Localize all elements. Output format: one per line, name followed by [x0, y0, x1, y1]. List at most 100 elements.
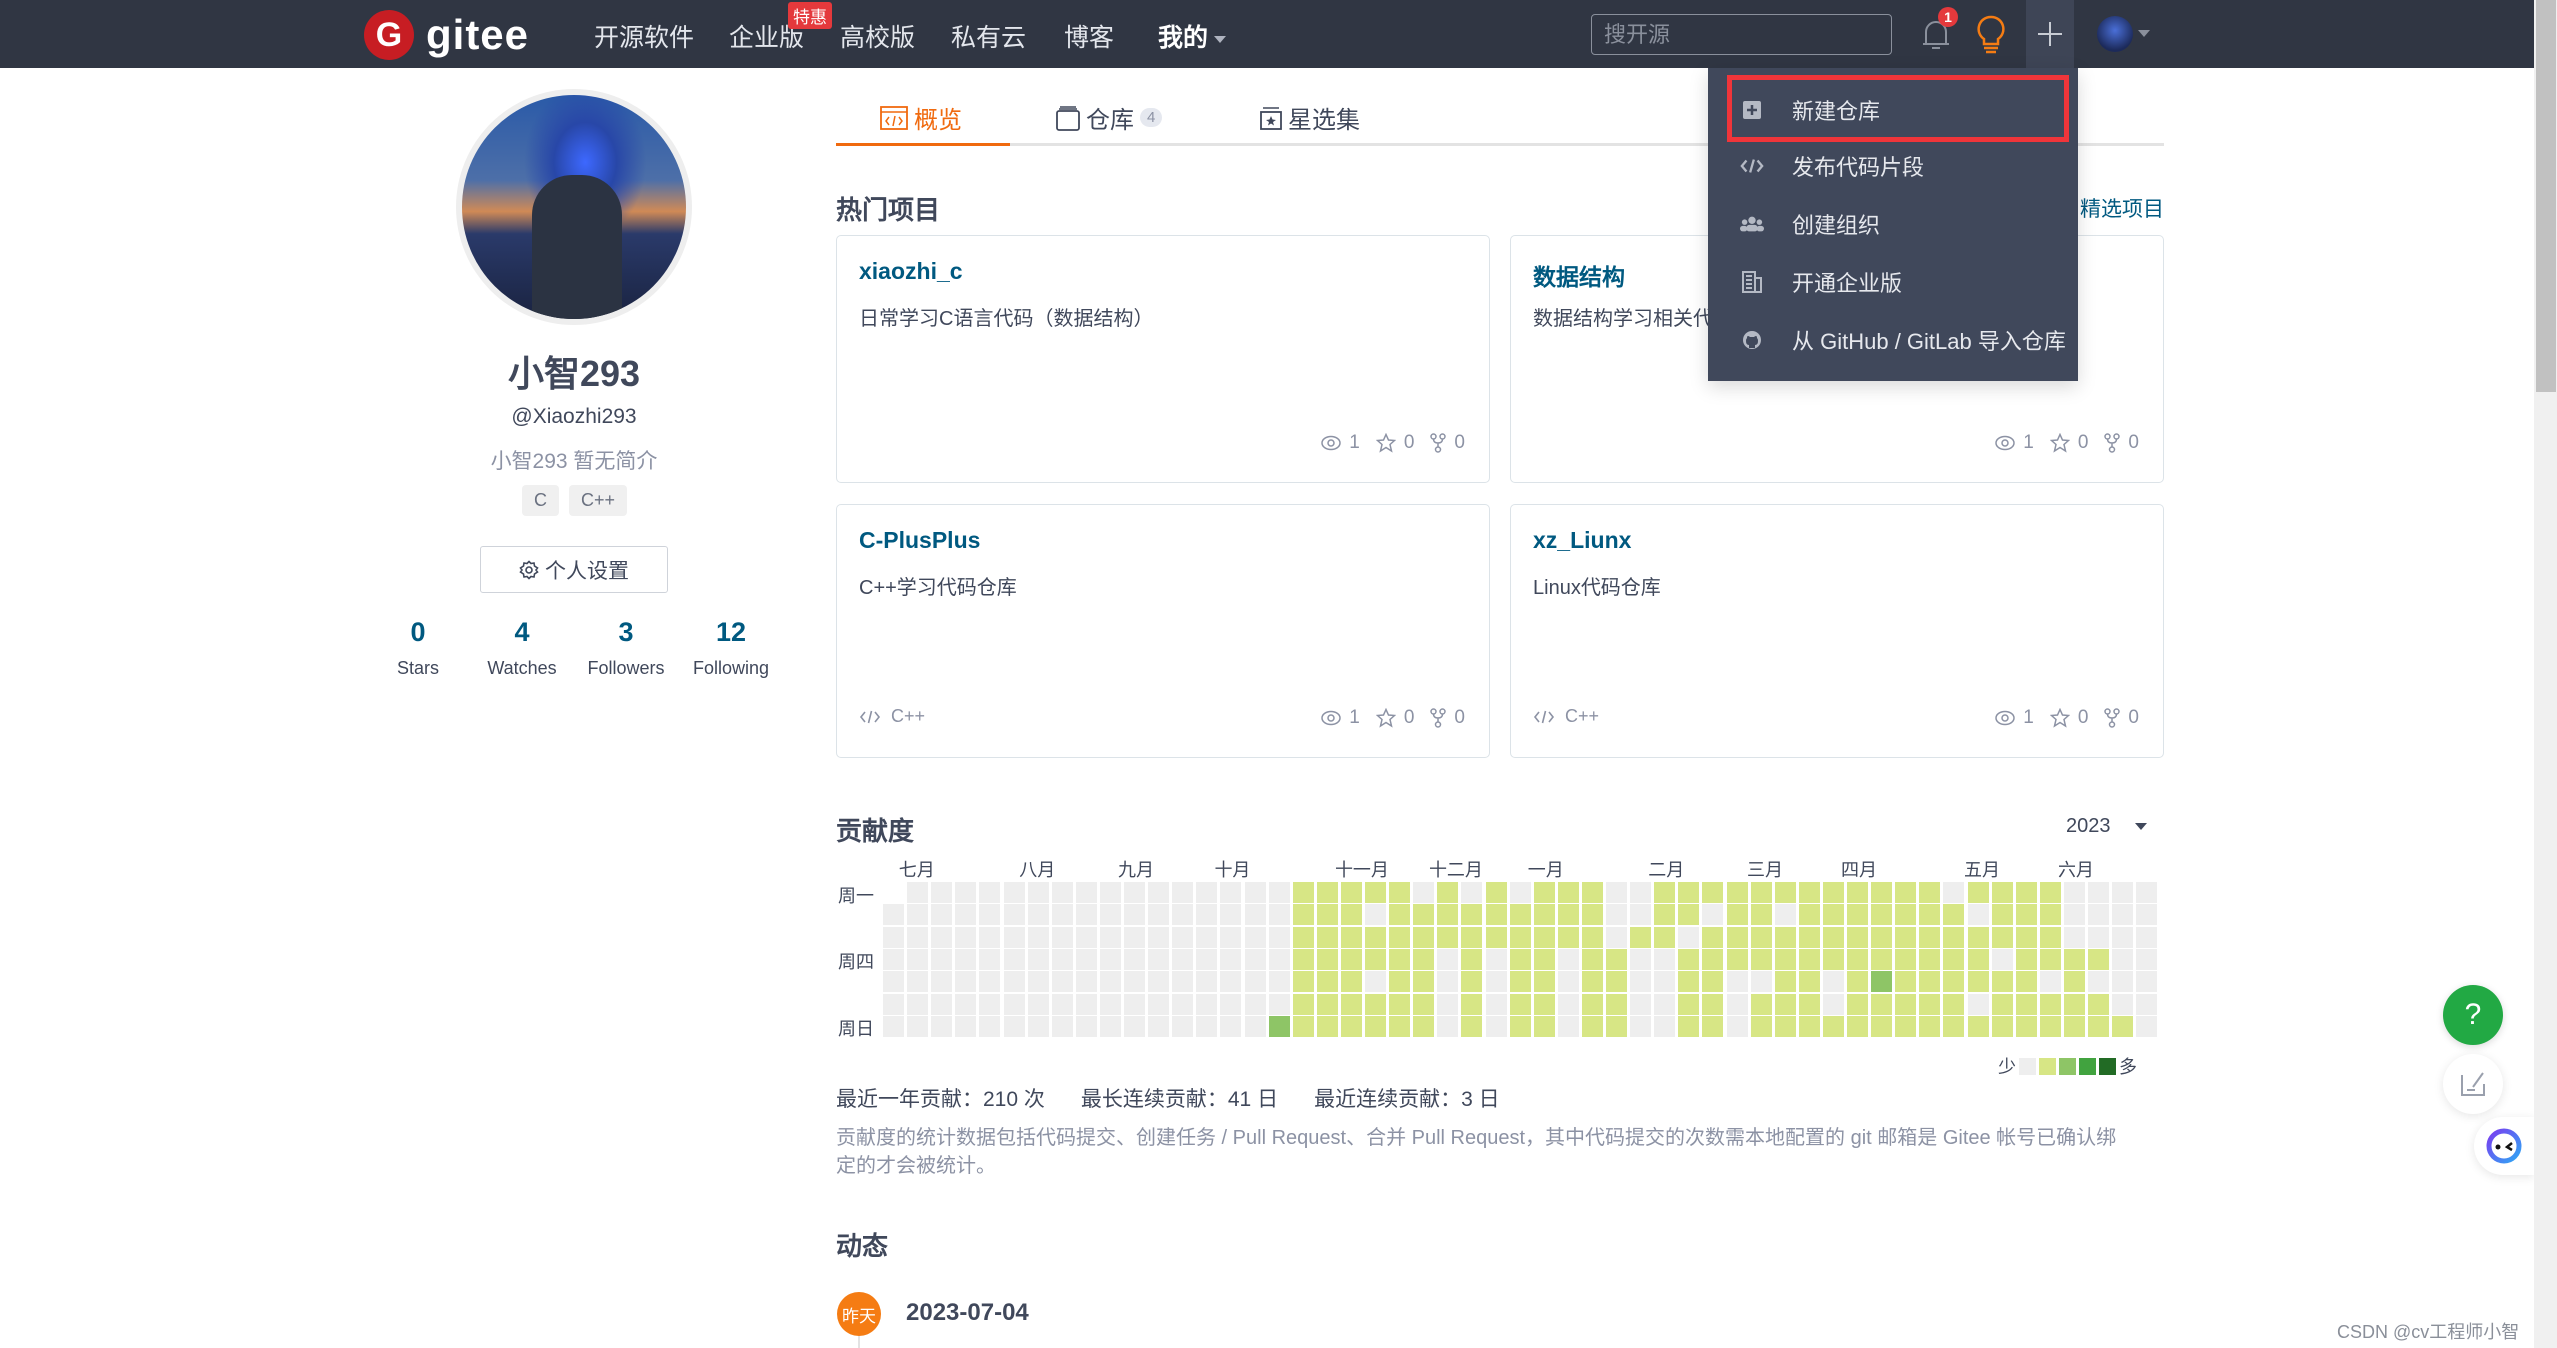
heatmap-cell[interactable]: [1075, 948, 1097, 970]
heatmap-cell[interactable]: [1967, 882, 1989, 903]
heatmap-cell[interactable]: [2088, 948, 2109, 970]
heatmap-cell[interactable]: [1726, 948, 1748, 970]
heatmap-cell[interactable]: [1051, 993, 1073, 1015]
heatmap-cell[interactable]: [1750, 1015, 1772, 1037]
heatmap-cell[interactable]: [1557, 1015, 1579, 1037]
heatmap-cell[interactable]: [1774, 948, 1796, 970]
heatmap-cell[interactable]: [1509, 948, 1531, 970]
heatmap-cell[interactable]: [1991, 993, 2013, 1015]
menu-item-publish-snippet[interactable]: 发布代码片段: [1708, 138, 2078, 194]
heatmap-cell[interactable]: [1340, 971, 1362, 993]
heatmap-cell[interactable]: [1654, 904, 1676, 926]
heatmap-cell[interactable]: [1003, 882, 1025, 903]
heatmap-cell[interactable]: [1991, 926, 2013, 948]
heatmap-cell[interactable]: [1461, 904, 1483, 926]
heatmap-cell[interactable]: [979, 904, 1001, 926]
heatmap-cell[interactable]: [2112, 882, 2134, 903]
heatmap-cell[interactable]: [1581, 926, 1603, 948]
heatmap-cell[interactable]: [1581, 948, 1603, 970]
heatmap-cell[interactable]: [1437, 993, 1459, 1015]
heatmap-cell[interactable]: [1533, 904, 1555, 926]
heatmap-cell[interactable]: [1268, 993, 1290, 1015]
heatmap-cell[interactable]: [1075, 926, 1097, 948]
heatmap-cell[interactable]: [2136, 882, 2158, 903]
heatmap-cell[interactable]: [1437, 882, 1459, 903]
heatmap-cell[interactable]: [931, 1015, 953, 1037]
heatmap-cell[interactable]: [1244, 993, 1266, 1015]
heatmap-cell[interactable]: [1316, 904, 1338, 926]
heatmap-cell[interactable]: [1871, 882, 1893, 903]
heatmap-cell[interactable]: [1509, 1015, 1531, 1037]
heatmap-cell[interactable]: [1003, 948, 1025, 970]
heatmap-cell[interactable]: [1581, 882, 1603, 903]
heatmap-cell[interactable]: [1630, 882, 1652, 903]
heatmap-cell[interactable]: [1099, 904, 1121, 926]
heatmap-cell[interactable]: [2112, 1015, 2134, 1037]
heatmap-cell[interactable]: [1967, 948, 1989, 970]
heatmap-cell[interactable]: [1630, 904, 1652, 926]
heatmap-cell[interactable]: [1967, 993, 1989, 1015]
nav-private-cloud[interactable]: 私有云: [951, 18, 1026, 54]
heatmap-cell[interactable]: [1871, 993, 1893, 1015]
nav-blog[interactable]: 博客: [1064, 18, 1114, 54]
heatmap-cell[interactable]: [1847, 882, 1868, 903]
heatmap-cell[interactable]: [1774, 904, 1796, 926]
heatmap-cell[interactable]: [2088, 904, 2109, 926]
heatmap-cell[interactable]: [2039, 904, 2061, 926]
stat-stars[interactable]: 0 Stars: [363, 617, 473, 679]
heatmap-cell[interactable]: [1340, 904, 1362, 926]
heatmap-cell[interactable]: [1124, 926, 1145, 948]
menu-item-import-repo[interactable]: 从 GitHub / GitLab 导入仓库: [1708, 312, 2078, 368]
heatmap-cell[interactable]: [1654, 948, 1676, 970]
heatmap-cell[interactable]: [1943, 948, 1965, 970]
project-name[interactable]: xiaozhi_c: [859, 258, 963, 285]
heatmap-cell[interactable]: [1822, 971, 1844, 993]
heatmap-cell[interactable]: [1268, 904, 1290, 926]
tag-c[interactable]: C: [522, 485, 559, 516]
heatmap-cell[interactable]: [1822, 993, 1844, 1015]
heatmap-cell[interactable]: [1654, 971, 1676, 993]
heatmap-cell[interactable]: [1340, 948, 1362, 970]
heatmap-cell[interactable]: [1654, 993, 1676, 1015]
heatmap-cell[interactable]: [1798, 971, 1820, 993]
heatmap-cell[interactable]: [1003, 926, 1025, 948]
heatmap-cell[interactable]: [1847, 926, 1868, 948]
heatmap-cell[interactable]: [1148, 926, 1170, 948]
heatmap-cell[interactable]: [883, 971, 904, 993]
heatmap-cell[interactable]: [1798, 948, 1820, 970]
heatmap-cell[interactable]: [1798, 882, 1820, 903]
heatmap-cell[interactable]: [1003, 993, 1025, 1015]
heatmap-cell[interactable]: [1606, 971, 1627, 993]
heatmap-cell[interactable]: [1316, 926, 1338, 948]
heatmap-cell[interactable]: [1461, 971, 1483, 993]
heatmap-cell[interactable]: [1389, 993, 1411, 1015]
heatmap-cell[interactable]: [1292, 926, 1314, 948]
heatmap-cell[interactable]: [1027, 1015, 1049, 1037]
heatmap-cell[interactable]: [1413, 926, 1435, 948]
heatmap-cell[interactable]: [1678, 904, 1700, 926]
heatmap-cell[interactable]: [1292, 948, 1314, 970]
heatmap-cell[interactable]: [907, 926, 929, 948]
heatmap-cell[interactable]: [1630, 971, 1652, 993]
heatmap-cell[interactable]: [1292, 1015, 1314, 1037]
heatmap-cell[interactable]: [1871, 1015, 1893, 1037]
heatmap-cell[interactable]: [1365, 882, 1386, 903]
heatmap-cell[interactable]: [1220, 971, 1242, 993]
heatmap-cell[interactable]: [1196, 1015, 1218, 1037]
heatmap-cell[interactable]: [1943, 993, 1965, 1015]
heatmap-cell[interactable]: [1148, 904, 1170, 926]
heatmap-cell[interactable]: [883, 926, 904, 948]
heatmap-cell[interactable]: [1099, 993, 1121, 1015]
heatmap-cell[interactable]: [1774, 1015, 1796, 1037]
heatmap-cell[interactable]: [1099, 971, 1121, 993]
heatmap-cell[interactable]: [1485, 948, 1507, 970]
heatmap-cell[interactable]: [979, 993, 1001, 1015]
heatmap-cell[interactable]: [1413, 904, 1435, 926]
heatmap-cell[interactable]: [1822, 1015, 1844, 1037]
nav-mine[interactable]: 我的: [1158, 18, 1227, 54]
heatmap-cell[interactable]: [1726, 1015, 1748, 1037]
heatmap-cell[interactable]: [1172, 948, 1194, 970]
heatmap-cell[interactable]: [2088, 1015, 2109, 1037]
heatmap-cell[interactable]: [1991, 904, 2013, 926]
heatmap-cell[interactable]: [907, 971, 929, 993]
